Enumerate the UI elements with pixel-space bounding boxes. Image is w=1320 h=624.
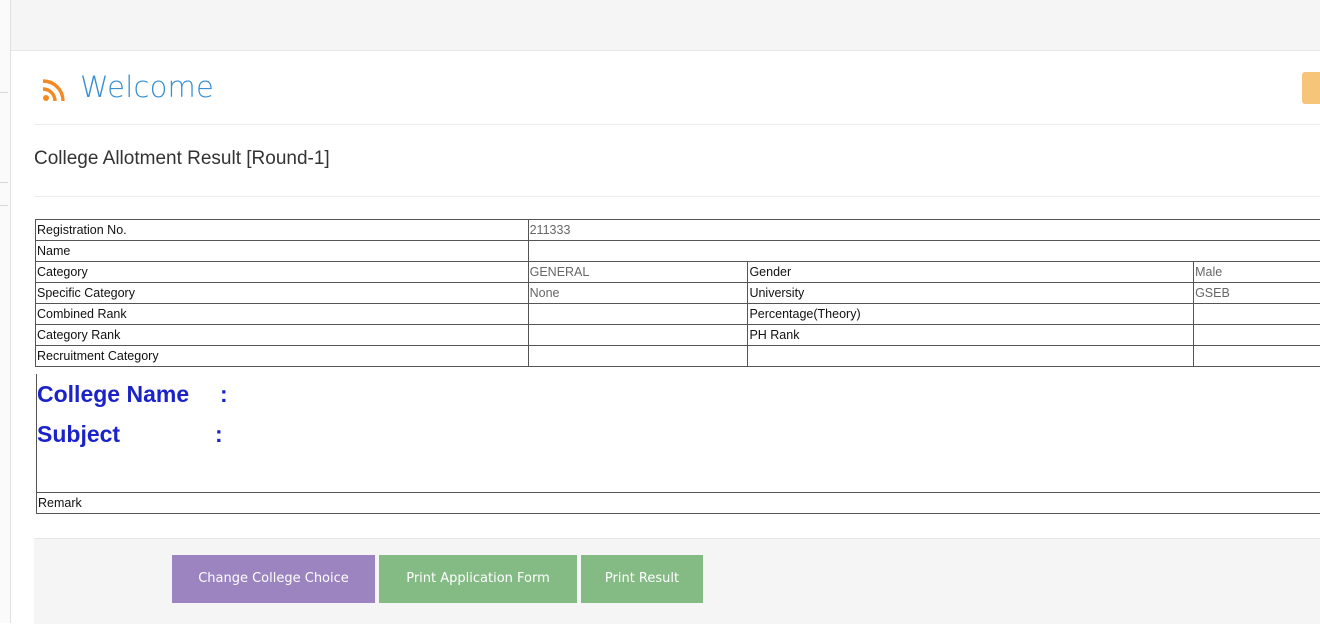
row-label: PH Rank <box>748 325 1194 346</box>
row-label: Registration No. <box>36 220 529 241</box>
combined-rank-value <box>528 304 748 325</box>
table-row: Registration No. 211333 <box>36 220 1320 241</box>
subject-label: Subject <box>37 421 120 448</box>
row-label: Combined Rank <box>36 304 529 325</box>
university-value: GSEB <box>1194 283 1320 304</box>
change-college-choice-button[interactable]: Change College Choice <box>172 555 375 603</box>
registration-value: 211333 <box>528 220 1320 241</box>
ph-rank-value <box>1194 325 1320 346</box>
row-label: Category Rank <box>36 325 529 346</box>
table-row: Combined Rank Percentage(Theory) <box>36 304 1320 325</box>
row-label <box>748 346 1194 367</box>
table-row: Recruitment Category <box>36 346 1320 367</box>
row-label: Gender <box>748 262 1194 283</box>
table-row: Specific Category None University GSEB <box>36 283 1320 304</box>
category-rank-value <box>528 325 748 346</box>
row-label: Specific Category <box>36 283 529 304</box>
table-row: Name <box>36 241 1320 262</box>
action-footer: Change College Choice Print Application … <box>34 538 1320 624</box>
left-rail <box>0 0 11 623</box>
rail-divider <box>0 182 8 183</box>
college-name-label: College Name <box>37 381 189 408</box>
row-label: Category <box>36 262 529 283</box>
print-application-form-button[interactable]: Print Application Form <box>379 555 577 603</box>
percentage-value <box>1194 304 1320 325</box>
college-name-colon: : <box>220 381 228 408</box>
divider <box>34 196 1320 197</box>
rss-icon <box>42 78 66 102</box>
subject-colon: : <box>215 421 223 448</box>
table-row: Category Rank PH Rank <box>36 325 1320 346</box>
rail-divider <box>0 92 8 93</box>
specific-category-value: None <box>528 283 748 304</box>
page-title: Welcome <box>80 70 214 104</box>
remark-row: Remark <box>36 492 1320 514</box>
category-value: GENERAL <box>528 262 748 283</box>
row-label: Name <box>36 241 529 262</box>
row-label: Percentage(Theory) <box>748 304 1194 325</box>
recruitment-category-value <box>528 346 748 367</box>
print-result-button[interactable]: Print Result <box>581 555 703 603</box>
table-row: Category GENERAL Gender Male <box>36 262 1320 283</box>
recruitment-extra-value <box>1194 346 1320 367</box>
gender-value: Male <box>1194 262 1320 283</box>
result-table: Registration No. 211333 Name Category GE… <box>35 219 1320 367</box>
name-value <box>528 241 1320 262</box>
allotment-block: College Name : Subject : <box>36 374 1320 492</box>
rail-divider <box>0 205 8 206</box>
page-header: Welcome <box>34 68 1320 125</box>
row-label: Recruitment Category <box>36 346 529 367</box>
result-heading: College Allotment Result [Round-1] <box>34 148 330 170</box>
top-bar <box>11 0 1320 51</box>
collapse-button[interactable] <box>1302 72 1320 104</box>
row-label: University <box>748 283 1194 304</box>
